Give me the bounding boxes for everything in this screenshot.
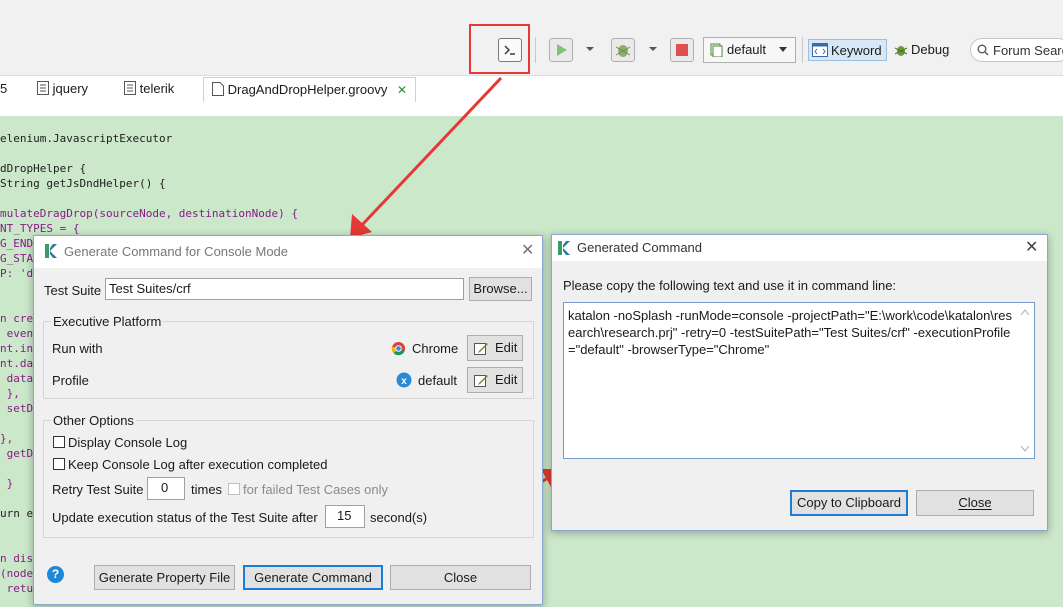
edit-run-with-button[interactable]: Edit [467, 335, 523, 361]
copy-to-clipboard-label: Copy to Clipboard [796, 495, 902, 510]
update-status-label: Update execution status of the Test Suit… [52, 510, 318, 525]
help-icon-glyph: ? [51, 567, 60, 581]
test-suite-value: Test Suites/crf [109, 281, 191, 296]
retry-input[interactable]: 0 [147, 477, 185, 500]
scroll-up-icon[interactable] [1021, 309, 1029, 315]
help-icon[interactable]: ? [47, 566, 64, 583]
edit-profile-button[interactable]: Edit [467, 367, 523, 393]
executive-platform-label: Executive Platform [51, 314, 164, 329]
update-status-input[interactable]: 15 [325, 505, 365, 528]
run-with-label: Run with [52, 341, 103, 356]
instruction-text: Please copy the following text and use i… [563, 278, 897, 293]
display-console-log-checkbox[interactable] [53, 436, 65, 448]
retry-label: Retry Test Suite [52, 482, 144, 497]
chrome-icon [391, 341, 406, 356]
profile-value: default [418, 373, 458, 388]
failed-only-checkbox[interactable] [228, 483, 240, 495]
executive-platform-group [43, 321, 534, 399]
edit-icon [474, 375, 488, 387]
browse-button[interactable]: Browse... [469, 277, 532, 301]
generate-command-dialog: Generate Command for Console Mode ✕ Test… [33, 235, 543, 605]
generate-property-file-label: Generate Property File [98, 570, 231, 585]
dialog-title: Generate Command for Console Mode [64, 244, 289, 259]
katalon-logo-icon [558, 241, 570, 255]
generated-command-dialog: Generated Command ✕ Please copy the foll… [551, 234, 1048, 531]
close-icon[interactable]: ✕ [521, 243, 534, 259]
keep-console-log-checkbox[interactable] [53, 458, 65, 470]
keep-console-log-label: Keep Console Log after execution complet… [68, 457, 328, 472]
display-console-log-label: Display Console Log [68, 435, 188, 450]
browse-button-label: Browse... [473, 281, 528, 296]
svg-text:x: x [401, 376, 407, 387]
failed-only-label: for failed Test Cases only [243, 482, 388, 497]
close-button[interactable]: Close [916, 490, 1034, 516]
test-suite-input[interactable]: Test Suites/crf [105, 278, 464, 300]
katalon-logo-icon [45, 244, 57, 258]
profile-x-icon: x [396, 372, 412, 388]
profile-label: Profile [52, 373, 89, 388]
times-label: times [191, 482, 223, 497]
dialog-title: Generated Command [577, 240, 703, 255]
command-text: katalon -noSplash -runMode=console -proj… [568, 308, 1012, 357]
retry-value: 0 [161, 480, 169, 495]
edit-icon [474, 343, 488, 355]
generate-command-label: Generate Command [254, 570, 372, 585]
close-button-label: Close [443, 570, 478, 585]
command-textarea[interactable]: katalon -noSplash -runMode=console -proj… [563, 302, 1035, 459]
edit-label: Edit [495, 340, 518, 355]
close-button[interactable]: Close [390, 565, 531, 590]
test-suite-label: Test Suite [44, 283, 102, 298]
scroll-down-icon[interactable] [1021, 446, 1029, 452]
close-button-label: Close [958, 495, 992, 510]
seconds-label: second(s) [370, 510, 428, 525]
edit-label: Edit [495, 372, 518, 387]
other-options-label: Other Options [51, 413, 136, 428]
copy-to-clipboard-button[interactable]: Copy to Clipboard [790, 490, 908, 516]
close-icon[interactable]: ✕ [1025, 240, 1038, 256]
generate-command-button[interactable]: Generate Command [243, 565, 383, 590]
update-status-value: 15 [337, 508, 352, 523]
generate-property-file-button[interactable]: Generate Property File [94, 565, 235, 590]
run-with-value: Chrome [412, 341, 459, 356]
